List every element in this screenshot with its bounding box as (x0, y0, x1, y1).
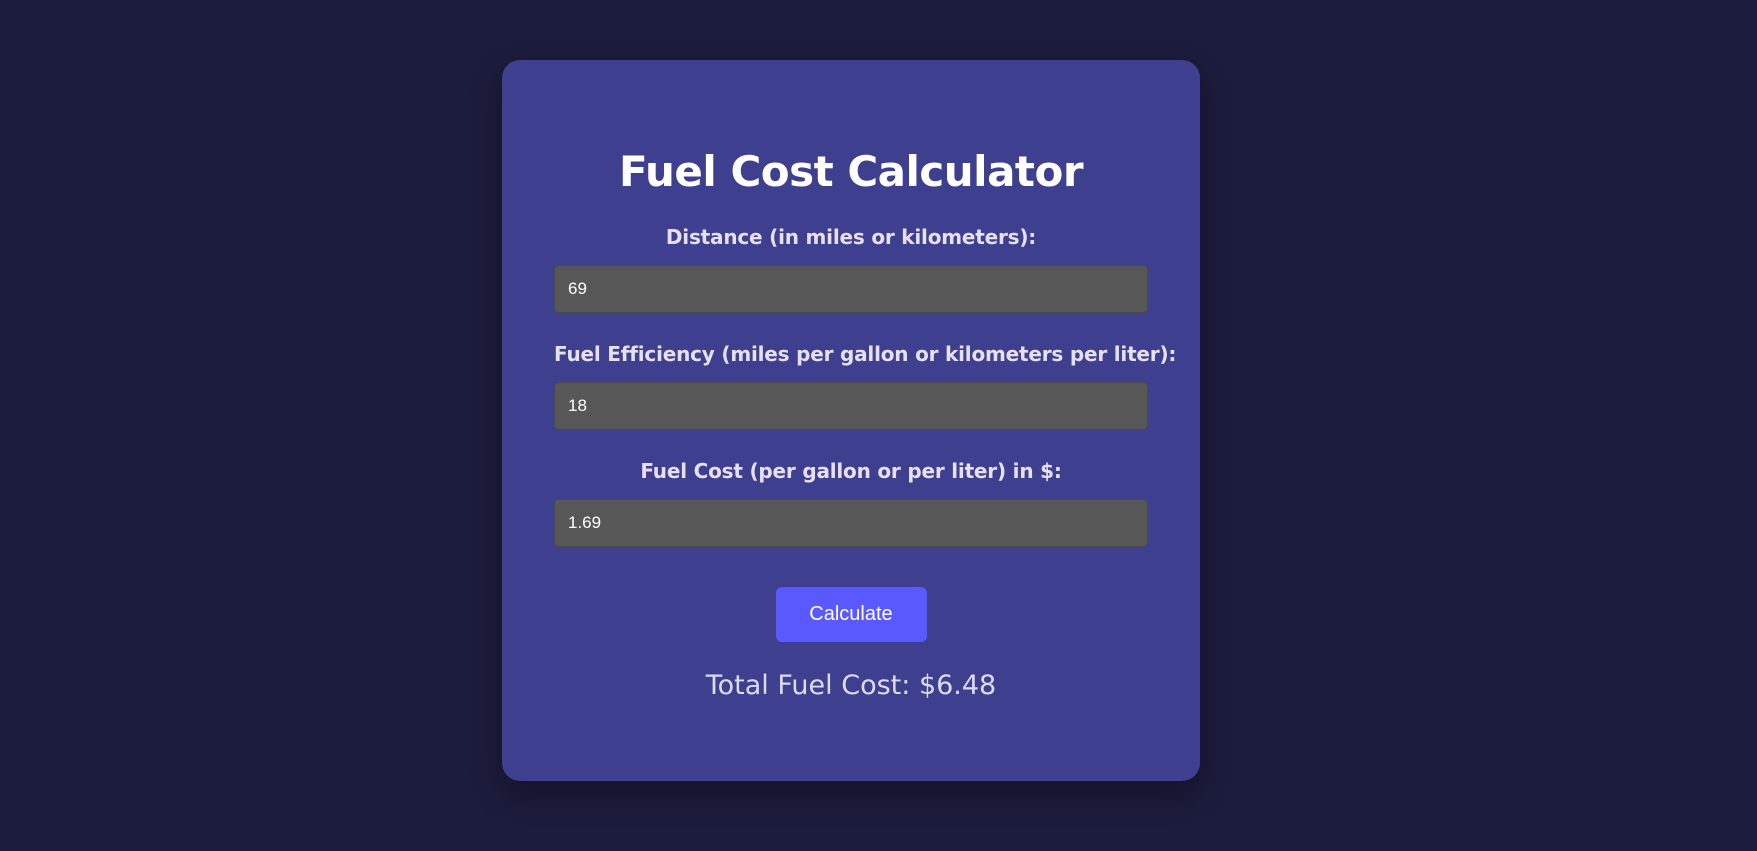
distance-input[interactable] (554, 265, 1148, 313)
total-fuel-cost-result: Total Fuel Cost: $6.48 (705, 670, 997, 701)
fuel-efficiency-label: Fuel Efficiency (miles per gallon or kil… (554, 342, 1177, 366)
distance-label: Distance (in miles or kilometers): (665, 225, 1037, 249)
fuel-cost-input[interactable] (554, 499, 1148, 547)
calculate-button[interactable]: Calculate (775, 587, 927, 642)
fuel-efficiency-input[interactable] (554, 382, 1148, 430)
fuel-cost-label: Fuel Cost (per gallon or per liter) in $… (640, 459, 1062, 483)
page-title: Fuel Cost Calculator (618, 147, 1084, 196)
calculator-card: Fuel Cost Calculator Distance (in miles … (502, 60, 1200, 781)
